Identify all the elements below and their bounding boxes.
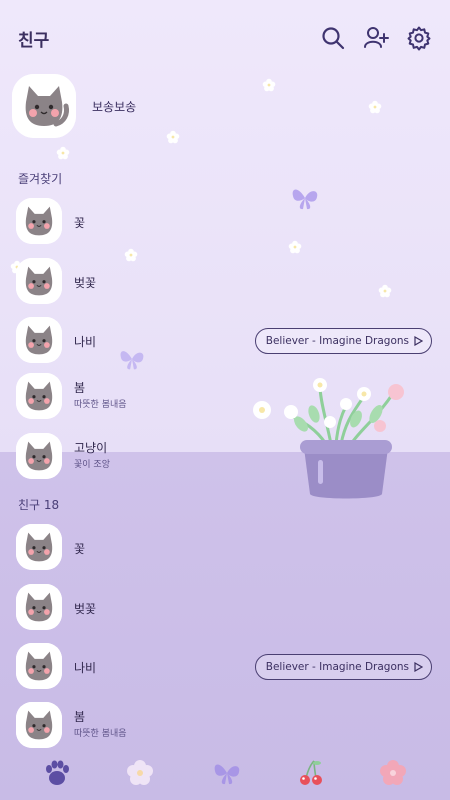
list-item[interactable]: 고냥이 꽃이 조앙 (16, 433, 436, 479)
avatar[interactable] (16, 198, 62, 244)
list-item[interactable]: 꽃 (16, 198, 436, 244)
music-title: Believer - Imagine Dragons (265, 335, 409, 347)
cat-avatar-icon (16, 198, 62, 244)
friend-status-message: 꽃이 조앙 (74, 460, 110, 470)
search-icon[interactable] (320, 25, 346, 51)
cat-avatar-icon (16, 258, 62, 304)
list-item[interactable]: 봄 따뜻한 봄내음 (16, 702, 436, 748)
flower-icon (56, 146, 70, 160)
cat-avatar-icon (16, 433, 62, 479)
avatar[interactable] (16, 702, 62, 748)
list-item[interactable]: 나비 Believer - Imagine Dragons (16, 643, 436, 689)
list-item[interactable]: 벚꽃 (16, 258, 436, 304)
friend-name: 나비 (74, 661, 97, 675)
avatar[interactable] (16, 433, 62, 479)
list-item[interactable]: 꽃 (16, 524, 436, 570)
friend-status-message: 따뜻한 봄내음 (74, 400, 127, 410)
settings-icon[interactable] (406, 25, 432, 51)
butterfly-icon[interactable] (212, 758, 242, 788)
friend-name: 벚꽃 (74, 602, 97, 616)
friend-name: 봄 (74, 381, 86, 395)
avatar[interactable] (16, 584, 62, 630)
add-friend-icon[interactable] (363, 25, 389, 51)
avatar[interactable] (12, 74, 76, 138)
bottom-navigation (0, 750, 450, 800)
cat-avatar-icon (12, 74, 76, 138)
list-item[interactable]: 나비 Believer - Imagine Dragons (16, 317, 436, 363)
cat-avatar-icon (16, 643, 62, 689)
friend-name: 고냥이 (74, 441, 108, 455)
pink-flower-icon[interactable] (378, 758, 408, 788)
paw-icon[interactable] (42, 758, 72, 788)
cherry-icon[interactable] (296, 758, 326, 788)
friend-name: 꽃 (74, 542, 86, 556)
header-bar: 친구 (0, 0, 450, 70)
cat-avatar-icon (16, 524, 62, 570)
friend-name: 나비 (74, 335, 97, 349)
section-favorites-title: 즐겨찾기 (18, 172, 63, 186)
my-profile[interactable]: 보송보송 (12, 74, 312, 140)
avatar[interactable] (16, 373, 62, 419)
flower-icon (368, 100, 382, 114)
cat-avatar-icon (16, 373, 62, 419)
cat-avatar-icon (16, 584, 62, 630)
music-title: Believer - Imagine Dragons (265, 661, 409, 673)
profile-music-button[interactable]: Believer - Imagine Dragons (254, 328, 432, 354)
friend-status-message: 따뜻한 봄내음 (74, 729, 127, 739)
avatar[interactable] (16, 317, 62, 363)
avatar[interactable] (16, 258, 62, 304)
avatar[interactable] (16, 643, 62, 689)
play-icon (414, 662, 423, 672)
section-friends-title: 친구 18 (18, 498, 60, 512)
cat-avatar-icon (16, 702, 62, 748)
cat-avatar-icon (16, 317, 62, 363)
profile-music-button[interactable]: Believer - Imagine Dragons (254, 654, 432, 680)
play-icon (414, 336, 423, 346)
friend-name: 꽃 (74, 216, 86, 230)
avatar[interactable] (16, 524, 62, 570)
friend-name: 벚꽃 (74, 276, 97, 290)
flower-icon[interactable] (125, 758, 155, 788)
page-title: 친구 (18, 31, 50, 51)
friend-name: 봄 (74, 710, 86, 724)
list-item[interactable]: 벚꽃 (16, 584, 436, 630)
my-profile-name: 보송보송 (92, 100, 137, 114)
list-item[interactable]: 봄 따뜻한 봄내음 (16, 373, 436, 419)
